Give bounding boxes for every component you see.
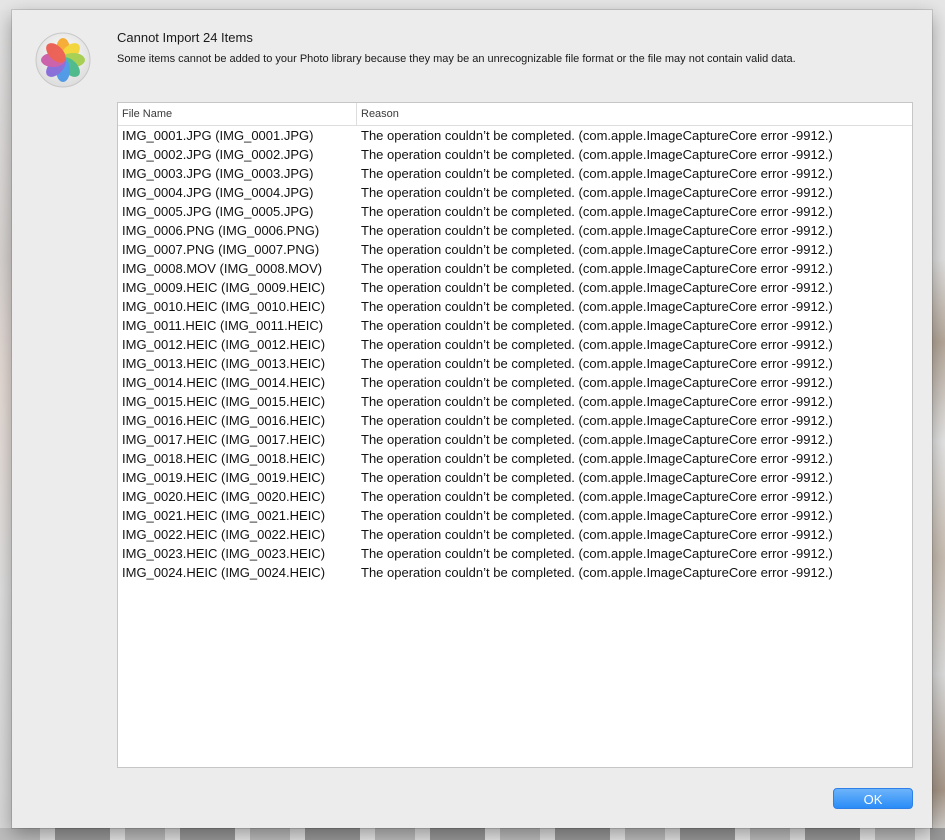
table-row[interactable]: IMG_0021.HEIC (IMG_0021.HEIC) The operati… [118, 506, 912, 525]
table-row[interactable]: IMG_0016.HEIC (IMG_0016.HEIC) The operati… [118, 411, 912, 430]
table-row[interactable]: IMG_0020.HEIC (IMG_0020.HEIC) The operati… [118, 487, 912, 506]
table-row[interactable]: IMG_0001.JPG (IMG_0001.JPG) The operation… [118, 126, 912, 145]
table-row[interactable]: IMG_0013.HEIC (IMG_0013.HEIC) The operati… [118, 354, 912, 373]
error-table[interactable]: File Name Reason IMG_0001.JPG (IMG_0001.… [117, 102, 913, 768]
reason-cell: The operation couldn’t be completed. (co… [361, 185, 833, 200]
table-row[interactable]: IMG_0002.JPG (IMG_0002.JPG) The operation… [118, 145, 912, 164]
file-name-cell: IMG_0004.JPG (IMG_0004.JPG) [122, 185, 314, 200]
file-name-cell: IMG_0014.HEIC (IMG_0014.HEIC) [122, 375, 326, 390]
reason-cell: The operation couldn’t be completed. (co… [361, 337, 833, 352]
file-name-cell: IMG_0019.HEIC (IMG_0019.HEIC) [122, 470, 326, 485]
file-name-cell: IMG_0013.HEIC (IMG_0013.HEIC) [122, 356, 326, 371]
dialog-title: Cannot Import 24 Items [117, 30, 253, 45]
file-name-cell: IMG_0022.HEIC (IMG_0022.HEIC) [122, 527, 326, 542]
reason-cell: The operation couldn’t be completed. (co… [361, 280, 833, 295]
file-name-cell: IMG_0018.HEIC (IMG_0018.HEIC) [122, 451, 326, 466]
table-row[interactable]: IMG_0022.HEIC (IMG_0022.HEIC) The operati… [118, 525, 912, 544]
table-row[interactable]: IMG_0017.HEIC (IMG_0017.HEIC) The operati… [118, 430, 912, 449]
reason-cell: The operation couldn’t be completed. (co… [361, 261, 833, 276]
file-name-cell: IMG_0008.MOV (IMG_0008.MOV) [122, 261, 323, 276]
reason-cell: The operation couldn’t be completed. (co… [361, 356, 833, 371]
file-name-cell: IMG_0023.HEIC (IMG_0023.HEIC) [122, 546, 326, 561]
reason-cell: The operation couldn’t be completed. (co… [361, 508, 833, 523]
table-row[interactable]: IMG_0008.MOV (IMG_0008.MOV) The operation… [118, 259, 912, 278]
column-header-reason[interactable]: Reason [357, 103, 912, 125]
file-name-cell: IMG_0002.JPG (IMG_0002.JPG) [122, 147, 314, 162]
file-name-cell: IMG_0003.JPG (IMG_0003.JPG) [122, 166, 314, 181]
reason-cell: The operation couldn’t be completed. (co… [361, 223, 833, 238]
reason-cell: The operation couldn’t be completed. (co… [361, 432, 833, 447]
table-row[interactable]: IMG_0024.HEIC (IMG_0024.HEIC) The operati… [118, 563, 912, 582]
table-row[interactable]: IMG_0003.JPG (IMG_0003.JPG) The operation… [118, 164, 912, 183]
file-name-cell: IMG_0010.HEIC (IMG_0010.HEIC) [122, 299, 326, 314]
file-name-cell: IMG_0001.JPG (IMG_0001.JPG) [122, 128, 314, 143]
ok-button[interactable]: OK [833, 788, 913, 809]
file-name-cell: IMG_0012.HEIC (IMG_0012.HEIC) [122, 337, 326, 352]
file-name-cell: IMG_0005.JPG (IMG_0005.JPG) [122, 204, 314, 219]
file-name-cell: IMG_0016.HEIC (IMG_0016.HEIC) [122, 413, 326, 428]
table-row[interactable]: IMG_0004.JPG (IMG_0004.JPG) The operation… [118, 183, 912, 202]
table-row[interactable]: IMG_0014.HEIC (IMG_0014.HEIC) The operati… [118, 373, 912, 392]
file-name-cell: IMG_0020.HEIC (IMG_0020.HEIC) [122, 489, 326, 504]
reason-cell: The operation couldn’t be completed. (co… [361, 242, 833, 257]
table-row[interactable]: IMG_0019.HEIC (IMG_0019.HEIC) The operati… [118, 468, 912, 487]
file-name-cell: IMG_0024.HEIC (IMG_0024.HEIC) [122, 565, 326, 580]
import-error-dialog: Cannot Import 24 Items Some items cannot… [12, 10, 932, 828]
table-row[interactable]: IMG_0005.JPG (IMG_0005.JPG) The operation… [118, 202, 912, 221]
reason-cell: The operation couldn’t be completed. (co… [361, 128, 833, 143]
reason-cell: The operation couldn’t be completed. (co… [361, 204, 833, 219]
table-row[interactable]: IMG_0007.PNG (IMG_0007.PNG) The operation… [118, 240, 912, 259]
reason-cell: The operation couldn’t be completed. (co… [361, 394, 833, 409]
reason-cell: The operation couldn’t be completed. (co… [361, 546, 833, 561]
background-photo-strip [0, 828, 945, 840]
table-row[interactable]: IMG_0023.HEIC (IMG_0023.HEIC) The operati… [118, 544, 912, 563]
reason-cell: The operation couldn’t be completed. (co… [361, 166, 833, 181]
file-name-cell: IMG_0017.HEIC (IMG_0017.HEIC) [122, 432, 326, 447]
table-row[interactable]: IMG_0012.HEIC (IMG_0012.HEIC) The operati… [118, 335, 912, 354]
reason-cell: The operation couldn’t be completed. (co… [361, 451, 833, 466]
file-name-cell: IMG_0006.PNG (IMG_0006.PNG) [122, 223, 320, 238]
table-body: IMG_0001.JPG (IMG_0001.JPG) The operation… [118, 126, 912, 582]
file-name-cell: IMG_0009.HEIC (IMG_0009.HEIC) [122, 280, 326, 295]
table-row[interactable]: IMG_0015.HEIC (IMG_0015.HEIC) The operati… [118, 392, 912, 411]
file-name-cell: IMG_0011.HEIC (IMG_0011.HEIC) [122, 318, 324, 333]
table-row[interactable]: IMG_0018.HEIC (IMG_0018.HEIC) The operati… [118, 449, 912, 468]
reason-cell: The operation couldn’t be completed. (co… [361, 299, 833, 314]
dialog-message: Some items cannot be added to your Photo… [117, 53, 796, 65]
reason-cell: The operation couldn’t be completed. (co… [361, 147, 833, 162]
file-name-cell: IMG_0021.HEIC (IMG_0021.HEIC) [122, 508, 326, 523]
table-row[interactable]: IMG_0011.HEIC (IMG_0011.HEIC) The operati… [118, 316, 912, 335]
table-row[interactable]: IMG_0009.HEIC (IMG_0009.HEIC) The operati… [118, 278, 912, 297]
background-window-left-edge [0, 10, 12, 840]
reason-cell: The operation couldn’t be completed. (co… [361, 413, 833, 428]
reason-cell: The operation couldn’t be completed. (co… [361, 527, 833, 542]
column-header-file-name[interactable]: File Name [118, 103, 357, 125]
reason-cell: The operation couldn’t be completed. (co… [361, 565, 833, 580]
reason-cell: The operation couldn’t be completed. (co… [361, 470, 833, 485]
reason-cell: The operation couldn’t be completed. (co… [361, 489, 833, 504]
reason-cell: The operation couldn’t be completed. (co… [361, 318, 833, 333]
reason-cell: The operation couldn’t be completed. (co… [361, 375, 833, 390]
file-name-cell: IMG_0007.PNG (IMG_0007.PNG) [122, 242, 320, 257]
photos-app-icon [35, 32, 91, 88]
file-name-cell: IMG_0015.HEIC (IMG_0015.HEIC) [122, 394, 326, 409]
table-row[interactable]: IMG_0006.PNG (IMG_0006.PNG) The operation… [118, 221, 912, 240]
table-header: File Name Reason [118, 103, 912, 126]
background-window-right-edge [932, 10, 945, 840]
table-row[interactable]: IMG_0010.HEIC (IMG_0010.HEIC) The operati… [118, 297, 912, 316]
